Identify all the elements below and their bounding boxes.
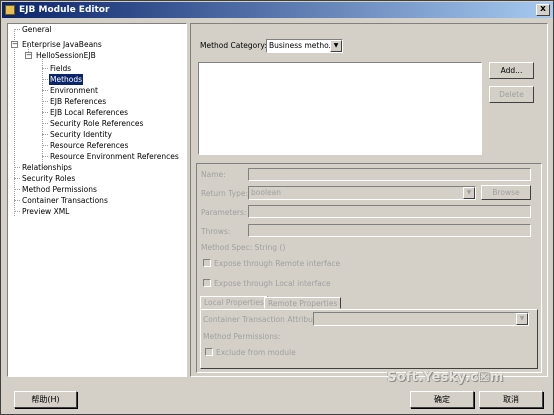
- tree-item-preview-xml[interactable]: Preview XML: [21, 206, 70, 217]
- tab-local-properties[interactable]: Local Properties: [200, 296, 268, 309]
- tree-item-methods[interactable]: Methods: [49, 74, 84, 85]
- tree-line: [14, 189, 20, 190]
- method-category-select[interactable]: Business metho... ▼: [266, 39, 343, 53]
- tree-line: [42, 90, 48, 91]
- add-method-button-label: Add...: [500, 66, 523, 75]
- tree-item-fields[interactable]: Fields: [49, 63, 72, 74]
- method-spec-text: Method Spec: String (): [201, 243, 286, 252]
- browse-button-label: Browse: [492, 188, 520, 197]
- methods-list[interactable]: [198, 62, 482, 155]
- method-permissions-label: Method Permissions:: [203, 332, 281, 341]
- tree-line: [42, 145, 48, 146]
- tree-item-resource-references[interactable]: Resource References: [49, 140, 129, 151]
- method-details-group: Name: Return Type: boolean ▼ Browse Para…: [196, 163, 542, 373]
- tree-item-enterprise-javabeans[interactable]: Enterprise JavaBeans: [21, 39, 103, 50]
- tree-item-resource-environment-references[interactable]: Resource Environment References: [49, 151, 180, 162]
- chevron-down-icon[interactable]: ▼: [330, 40, 342, 52]
- close-icon[interactable]: x: [536, 4, 550, 16]
- parameters-label: Parameters:: [201, 208, 247, 217]
- tree-item-general[interactable]: General: [21, 24, 53, 35]
- tree-item-security-identity[interactable]: Security Identity: [49, 129, 113, 140]
- window-title: EJB Module Editor: [19, 5, 110, 15]
- collapse-icon[interactable]: −: [25, 52, 32, 59]
- tree-item-ejb-references[interactable]: EJB References: [49, 96, 107, 107]
- method-category-value: Business metho...: [269, 41, 336, 50]
- exclude-from-module-label: Exclude from module: [216, 348, 296, 357]
- expose-remote-label: Expose through Remote interface: [214, 259, 341, 268]
- tree-item-container-transactions[interactable]: Container Transactions: [21, 195, 109, 206]
- tree-line: [42, 79, 48, 80]
- name-label: Name:: [201, 170, 226, 179]
- properties-tab-pane: Container Transaction Attribute: ▼ Metho…: [200, 309, 538, 369]
- tree-item-relationships[interactable]: Relationships: [21, 162, 73, 173]
- collapse-icon[interactable]: −: [11, 41, 18, 48]
- container-transaction-select[interactable]: ▼: [313, 312, 529, 326]
- delete-method-button-label: Delete: [499, 90, 524, 99]
- container-transaction-label: Container Transaction Attribute:: [203, 315, 323, 324]
- throws-field[interactable]: [248, 224, 531, 237]
- method-category-label: Method Category:: [200, 41, 267, 50]
- tree-line: [42, 134, 48, 135]
- help-button[interactable]: 帮助(H): [14, 391, 77, 408]
- tree-item-hellosessionejb[interactable]: HelloSessionEJB: [35, 50, 97, 61]
- title-bar[interactable]: EJB Module Editor x: [2, 2, 553, 18]
- methods-panel: Method Category: Business metho... ▼ Add…: [190, 23, 548, 377]
- tree-line: [42, 55, 43, 166]
- throws-label: Throws:: [201, 227, 231, 236]
- tree-line: [14, 211, 20, 212]
- tree-line: [42, 123, 48, 124]
- watermark: Soft.Yesky.c☒m: [387, 370, 504, 385]
- expose-local-label: Expose through Local interface: [214, 279, 331, 288]
- navigation-tree: − − General Enterprise JavaBeans HelloSe…: [8, 24, 186, 376]
- tree-line: [42, 156, 48, 157]
- parameters-field[interactable]: [248, 205, 531, 218]
- tree-line: [14, 29, 15, 216]
- delete-method-button[interactable]: Delete: [489, 86, 534, 103]
- return-type-select[interactable]: boolean ▼: [248, 186, 476, 200]
- tree-item-security-roles[interactable]: Security Roles: [21, 173, 76, 184]
- checkbox-box[interactable]: [205, 348, 213, 356]
- checkbox-box[interactable]: [203, 279, 211, 287]
- chevron-down-icon[interactable]: ▼: [516, 313, 528, 325]
- tree-line: [14, 178, 20, 179]
- tree-line: [42, 112, 48, 113]
- tree-item-security-role-references[interactable]: Security Role References: [49, 118, 144, 129]
- add-method-button[interactable]: Add...: [489, 62, 534, 79]
- return-type-label: Return Type:: [201, 189, 249, 198]
- tree-item-ejb-local-references[interactable]: EJB Local References: [49, 107, 129, 118]
- tab-remote-properties[interactable]: Remote Properties: [264, 297, 342, 309]
- app-icon: [5, 5, 15, 15]
- tree-line: [42, 68, 48, 69]
- chevron-down-icon[interactable]: ▼: [463, 187, 475, 199]
- tree-item-method-permissions[interactable]: Method Permissions: [21, 184, 98, 195]
- ok-button[interactable]: 确定: [410, 391, 474, 408]
- cancel-button[interactable]: 取消: [479, 391, 543, 408]
- checkbox-box[interactable]: [203, 259, 211, 267]
- return-type-value: boolean: [251, 188, 281, 197]
- tree-line: [14, 200, 20, 201]
- name-field[interactable]: [248, 168, 531, 181]
- tree-line: [42, 101, 48, 102]
- ejb-module-editor-window: EJB Module Editor x − − General Enterpri…: [0, 0, 554, 415]
- tree-item-environment[interactable]: Environment: [49, 85, 99, 96]
- browse-button[interactable]: Browse: [481, 185, 531, 200]
- tree-line: [14, 167, 20, 168]
- navigation-tree-panel: − − General Enterprise JavaBeans HelloSe…: [7, 23, 187, 377]
